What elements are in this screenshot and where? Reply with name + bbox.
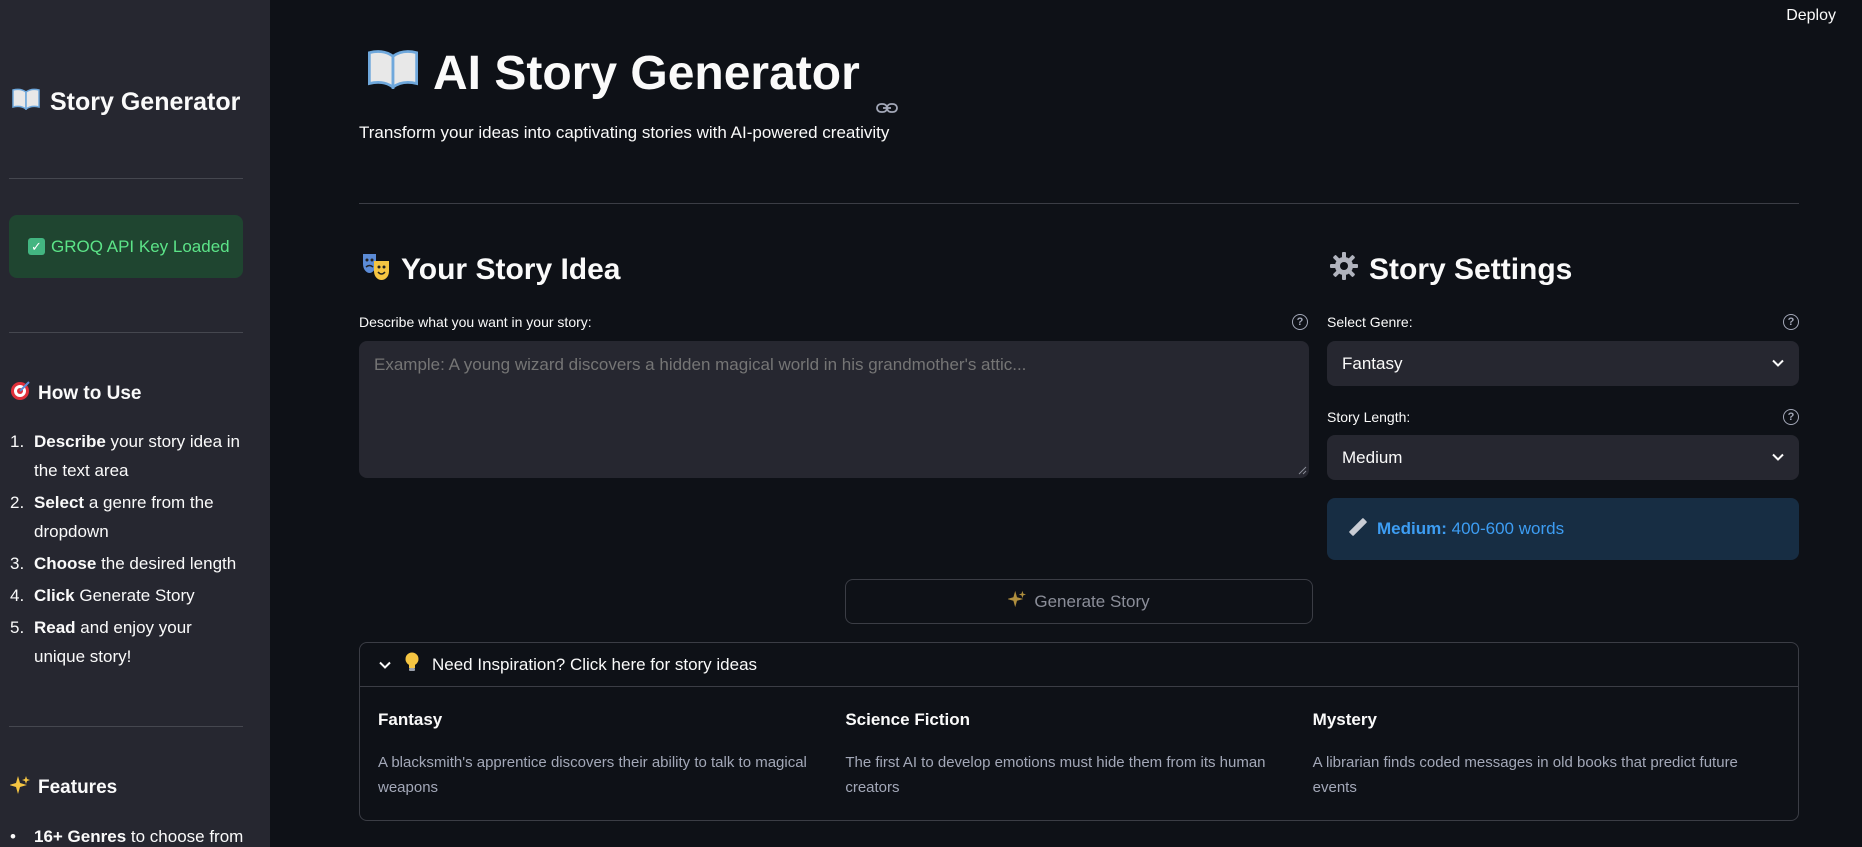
features-heading-text: Features (38, 777, 118, 798)
chevron-down-icon (1772, 453, 1784, 461)
length-info-text: Medium: 400-600 words (1377, 519, 1564, 539)
resize-handle-icon[interactable] (1298, 466, 1307, 475)
inspiration-header-text: Need Inspiration? Click here for story i… (432, 654, 758, 674)
genre-label: Select Genre: (1327, 314, 1413, 330)
story-idea-label: Describe what you want in your story: (359, 314, 592, 330)
length-info-rest: 400-600 words (1446, 519, 1565, 538)
check-icon: ✓ (28, 238, 45, 255)
idea-text: A blacksmith's apprentice discovers thei… (378, 754, 807, 796)
generate-story-button[interactable]: Generate Story (845, 579, 1313, 624)
bullet: • (10, 827, 16, 846)
story-idea-heading: Your Story Idea (361, 251, 621, 289)
how-to-heading: How to Use (10, 381, 141, 407)
how-to-heading-text: How to Use (38, 383, 142, 404)
inspiration-ideas: Fantasy A blacksmith's apprentice discov… (360, 687, 1798, 800)
theater-masks-icon (361, 251, 391, 289)
sparkles-icon (1007, 590, 1027, 613)
inspiration-expander: Need Inspiration? Click here for story i… (359, 642, 1799, 821)
chevron-down-icon (379, 661, 391, 669)
help-icon[interactable]: ? (1783, 409, 1799, 425)
features-heading: Features (9, 775, 118, 801)
list-bold: Describe (34, 432, 106, 451)
idea-text: A librarian finds coded messages in old … (1312, 754, 1738, 796)
idea-genre: Fantasy (378, 710, 443, 729)
list-item: 4. Click Generate Story (10, 581, 244, 610)
ruler-icon (1349, 517, 1367, 541)
genre-select[interactable]: Fantasy (1327, 341, 1799, 386)
list-item: 1. Describe your story idea in the text … (10, 427, 244, 485)
gear-icon (1329, 251, 1359, 289)
help-icon[interactable]: ? (1292, 314, 1308, 330)
list-rest: the desired length (96, 554, 237, 573)
length-select-value: Medium (1342, 447, 1403, 467)
main-divider (359, 203, 1799, 204)
list-number: 5. (10, 618, 25, 637)
list-bold: 16+ Genres (34, 827, 127, 846)
api-status-text: GROQ API Key Loaded (51, 236, 230, 256)
target-icon (10, 381, 30, 407)
help-icon[interactable]: ? (1783, 314, 1799, 330)
sparkles-icon (9, 775, 30, 801)
light-bulb-icon (404, 652, 420, 677)
link-icon[interactable] (875, 71, 898, 113)
list-bold: Select (34, 493, 85, 512)
list-item: 5. Read and enjoy your unique story! (10, 613, 244, 671)
story-idea-input[interactable] (359, 341, 1309, 478)
list-text: Describe your story idea in the text are… (34, 427, 244, 485)
sidebar-divider (9, 332, 243, 333)
idea-genre: Mystery (1312, 710, 1377, 729)
features-list: • 16+ Genres to choose from (10, 822, 244, 847)
sidebar-divider (9, 726, 243, 727)
length-info-alert: Medium: 400-600 words (1327, 498, 1799, 560)
page-subtitle: Transform your ideas into captivating st… (359, 123, 890, 142)
idea-genre: Science Fiction (845, 710, 971, 729)
list-number: 3. (10, 554, 25, 573)
api-status-alert: ✓ GROQ API Key Loaded (9, 215, 243, 278)
open-book-icon (12, 88, 40, 117)
story-settings-heading: Story Settings (1329, 251, 1572, 289)
page-title-text: AI Story Generator (433, 47, 860, 100)
list-number: 2. (10, 493, 25, 512)
idea-column: Mystery A librarian finds coded messages… (1313, 710, 1780, 800)
list-bold: Click (34, 586, 75, 605)
deploy-button[interactable]: Deploy (1786, 7, 1836, 25)
list-number: 4. (10, 586, 25, 605)
sidebar: Story Generator ✓ GROQ API Key Loaded Ho… (0, 0, 270, 847)
length-label: Story Length: (1327, 409, 1411, 425)
list-text: Click Generate Story (34, 581, 195, 610)
list-item: • 16+ Genres to choose from (10, 822, 244, 847)
list-text: 16+ Genres to choose from (34, 822, 243, 847)
list-bold: Choose (34, 554, 97, 573)
generate-story-label: Generate Story (1034, 591, 1150, 611)
open-book-icon (367, 46, 419, 101)
list-bold: Read (34, 618, 76, 637)
list-item: 3. Choose the desired length (10, 549, 244, 578)
sidebar-divider (9, 178, 243, 179)
story-idea-heading-text: Your Story Idea (401, 253, 621, 286)
list-rest: Generate Story (74, 586, 195, 605)
list-text: Choose the desired length (34, 549, 236, 578)
list-text: Select a genre from the dropdown (34, 488, 244, 546)
length-select[interactable]: Medium (1327, 435, 1799, 480)
list-item: 2. Select a genre from the dropdown (10, 488, 244, 546)
list-text: Read and enjoy your unique story! (34, 613, 244, 671)
list-rest: to choose from (126, 827, 244, 846)
idea-column: Fantasy A blacksmith's apprentice discov… (378, 710, 845, 800)
chevron-down-icon (1772, 359, 1784, 367)
list-number: 1. (10, 432, 25, 451)
sidebar-title-text: Story Generator (50, 88, 241, 116)
genre-select-value: Fantasy (1342, 353, 1403, 373)
story-settings-heading-text: Story Settings (1369, 253, 1573, 286)
sidebar-title: Story Generator (12, 88, 240, 117)
idea-column: Science Fiction The first AI to develop … (845, 710, 1312, 800)
idea-text: The first AI to develop emotions must hi… (845, 754, 1266, 796)
length-info-bold: Medium: (1377, 519, 1447, 538)
how-to-list: 1. Describe your story idea in the text … (10, 427, 244, 674)
page-title: AI Story Generator (367, 46, 898, 113)
inspiration-expander-header[interactable]: Need Inspiration? Click here for story i… (360, 643, 1798, 687)
